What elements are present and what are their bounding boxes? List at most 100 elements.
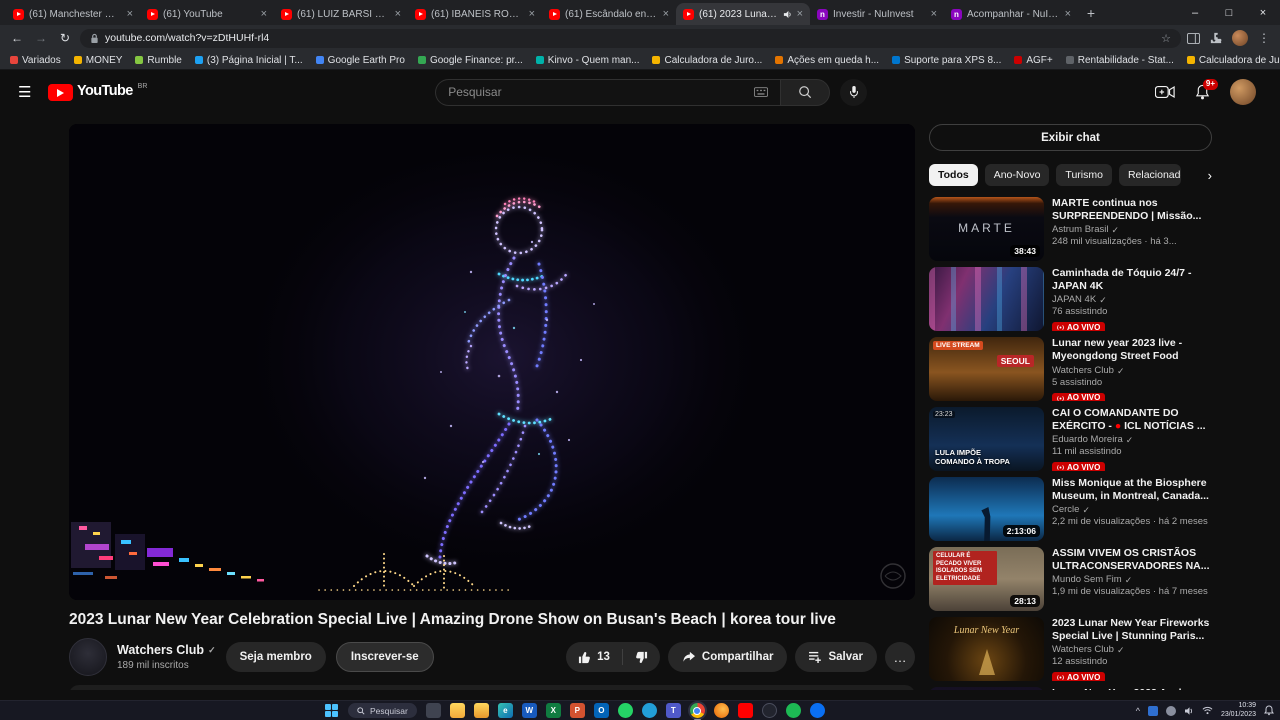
shazam-icon[interactable] — [809, 703, 825, 718]
search-button[interactable] — [780, 78, 831, 106]
notification-center-icon[interactable] — [1264, 705, 1274, 716]
browser-tab-7[interactable]: Investir - NuInvest × — [810, 3, 944, 25]
browser-tab-5[interactable]: (61) Escândalo envolve Ita × — [542, 3, 676, 25]
volume-icon[interactable] — [1184, 706, 1194, 716]
whatsapp-icon[interactable] — [617, 703, 633, 718]
tab-close-icon[interactable]: × — [663, 8, 669, 20]
chip-todos[interactable]: Todos — [929, 164, 978, 186]
subscribe-button[interactable]: Inscrever-se — [335, 642, 434, 673]
like-button[interactable]: 13 — [566, 649, 623, 666]
excel-icon[interactable] — [545, 703, 561, 718]
bookmark-item[interactable]: Suporte para XPS 8... — [892, 55, 1001, 66]
chip-turismo[interactable]: Turismo — [1056, 164, 1112, 186]
browser-tab-active[interactable]: (61) 2023 Lunar New Y × — [676, 3, 810, 25]
bookmark-item[interactable]: Google Earth Pro — [315, 55, 405, 66]
video-thumbnail[interactable]: LIVE STREAM SEOUL — [929, 337, 1044, 401]
window-maximize-button[interactable]: □ — [1212, 0, 1246, 25]
folder-icon[interactable] — [473, 703, 489, 718]
channel-name[interactable]: Watchers Club ✓ — [117, 643, 216, 658]
browser-menu-icon[interactable]: ⋮ — [1258, 31, 1270, 45]
powerpoint-icon[interactable] — [569, 703, 585, 718]
window-close-button[interactable]: × — [1246, 0, 1280, 25]
side-panel-icon[interactable] — [1187, 32, 1200, 44]
channel-avatar[interactable] — [69, 638, 107, 677]
related-video-8[interactable]: Lunar New Year 2023 Acabou... — [929, 687, 1212, 690]
related-video-3[interactable]: LIVE STREAM SEOUL Lunar new year 2023 li… — [929, 337, 1212, 401]
bookmark-item[interactable]: Rentabilidade - Stat... — [1065, 55, 1174, 66]
firefox-icon[interactable] — [713, 703, 729, 718]
video-player[interactable] — [69, 124, 915, 600]
related-video-6[interactable]: CELULAR É PECADO VIVER ISOLADOS SEM ELET… — [929, 547, 1212, 611]
new-tab-button[interactable]: + — [1080, 2, 1102, 24]
related-video-5[interactable]: 2:13:06 Miss Monique at the Biosphere Mu… — [929, 477, 1212, 541]
related-video-7[interactable]: Lunar New Year 2023 Lunar New Year Firew… — [929, 617, 1212, 681]
account-avatar[interactable] — [1230, 79, 1256, 105]
search-box[interactable] — [435, 78, 781, 106]
browser-tab-3[interactable]: (61) LUIZ BARSI E A MÁGICA × — [274, 3, 408, 25]
save-button[interactable]: Salvar — [795, 642, 877, 673]
tab-close-icon[interactable]: × — [797, 8, 803, 20]
tab-close-icon[interactable]: × — [529, 8, 535, 20]
telegram-icon[interactable] — [641, 703, 657, 718]
create-video-icon[interactable] — [1155, 85, 1175, 99]
tab-close-icon[interactable]: × — [931, 8, 937, 20]
bookmark-item[interactable]: Kinvo - Quem man... — [535, 55, 639, 66]
bookmark-item[interactable]: (3) Página Inicial | T... — [194, 55, 303, 66]
tray-app-icon[interactable] — [1165, 705, 1176, 716]
related-video-1[interactable]: MARTE 38:43 MARTE continua nos SURPREEND… — [929, 197, 1212, 261]
tray-expand-icon[interactable]: ^ — [1136, 706, 1140, 716]
teams-icon[interactable] — [665, 703, 681, 718]
tray-app-icon[interactable] — [1147, 705, 1158, 716]
word-icon[interactable] — [521, 703, 537, 718]
video-thumbnail[interactable] — [929, 267, 1044, 331]
video-thumbnail[interactable]: 23:23 LULA IMPÕE COMANDO À TROPA — [929, 407, 1044, 471]
more-actions-button[interactable]: … — [885, 642, 915, 673]
tab-audio-icon[interactable] — [783, 10, 792, 19]
reload-button[interactable]: ↻ — [56, 31, 74, 45]
share-button[interactable]: Compartilhar — [667, 642, 788, 673]
hamburger-menu-icon[interactable]: ☰ — [18, 83, 44, 101]
video-thumbnail[interactable]: MARTE 38:43 — [929, 197, 1044, 261]
browser-tab-4[interactable]: (61) IBANEIS ROCHA NA MI × — [408, 3, 542, 25]
youtube-logo[interactable]: YouTube BR — [48, 83, 147, 101]
start-button[interactable] — [324, 703, 339, 718]
bookmark-item[interactable]: Ações em queda h... — [775, 55, 879, 66]
show-chat-button[interactable]: Exibir chat — [929, 124, 1212, 151]
chip-ano-novo[interactable]: Ano-Novo — [984, 164, 1050, 186]
search-input[interactable] — [448, 85, 747, 99]
browser-tab-1[interactable]: (61) Manchester Orchestra × — [6, 3, 140, 25]
join-button[interactable]: Seja membro — [225, 642, 326, 673]
voice-search-button[interactable] — [840, 78, 868, 106]
browser-tab-8[interactable]: Acompanhar - NuInvest × — [944, 3, 1078, 25]
tab-close-icon[interactable]: × — [395, 8, 401, 20]
chrome-icon[interactable] — [689, 703, 705, 720]
keyboard-icon[interactable] — [754, 87, 769, 97]
bookmark-item[interactable]: Rumble — [135, 55, 182, 66]
file-explorer-icon[interactable] — [449, 703, 465, 718]
task-view-icon[interactable] — [425, 703, 441, 718]
browser-tab-2[interactable]: (61) YouTube × — [140, 3, 274, 25]
youtube-app-icon[interactable] — [737, 703, 753, 718]
window-minimize-button[interactable]: – — [1178, 0, 1212, 25]
bookmark-folder[interactable]: Variados — [10, 55, 61, 66]
bookmark-item[interactable]: AGF+ — [1014, 55, 1053, 66]
outlook-icon[interactable] — [593, 703, 609, 718]
video-thumbnail[interactable]: CELULAR É PECADO VIVER ISOLADOS SEM ELET… — [929, 547, 1044, 611]
dislike-button[interactable] — [623, 651, 660, 664]
chip-relacionados[interactable]: Relacionados — [1118, 164, 1181, 186]
bookmark-star-icon[interactable]: ☆ — [1161, 32, 1171, 45]
video-thumbnail[interactable]: Lunar New Year — [929, 617, 1044, 681]
tab-close-icon[interactable]: × — [127, 8, 133, 20]
back-button[interactable]: ← — [8, 31, 26, 45]
browser-profile-avatar[interactable] — [1232, 30, 1248, 46]
description-box[interactable]: 8 assistindo agora Transmissão iniciada … — [69, 685, 915, 690]
wifi-icon[interactable] — [1202, 706, 1213, 715]
video-thumbnail[interactable] — [929, 687, 1044, 690]
video-thumbnail[interactable]: 2:13:06 — [929, 477, 1044, 541]
address-bar[interactable]: youtube.com/watch?v=zDtHUHf-rl4 ☆ — [80, 28, 1181, 48]
taskbar-search[interactable]: Pesquisar — [348, 703, 417, 718]
obs-icon[interactable] — [761, 703, 777, 718]
taskbar-clock[interactable]: 10:39 23/01/2023 — [1221, 702, 1256, 720]
bookmark-item[interactable]: Calculadora de Juro... — [652, 55, 762, 66]
tab-close-icon[interactable]: × — [1065, 8, 1071, 20]
